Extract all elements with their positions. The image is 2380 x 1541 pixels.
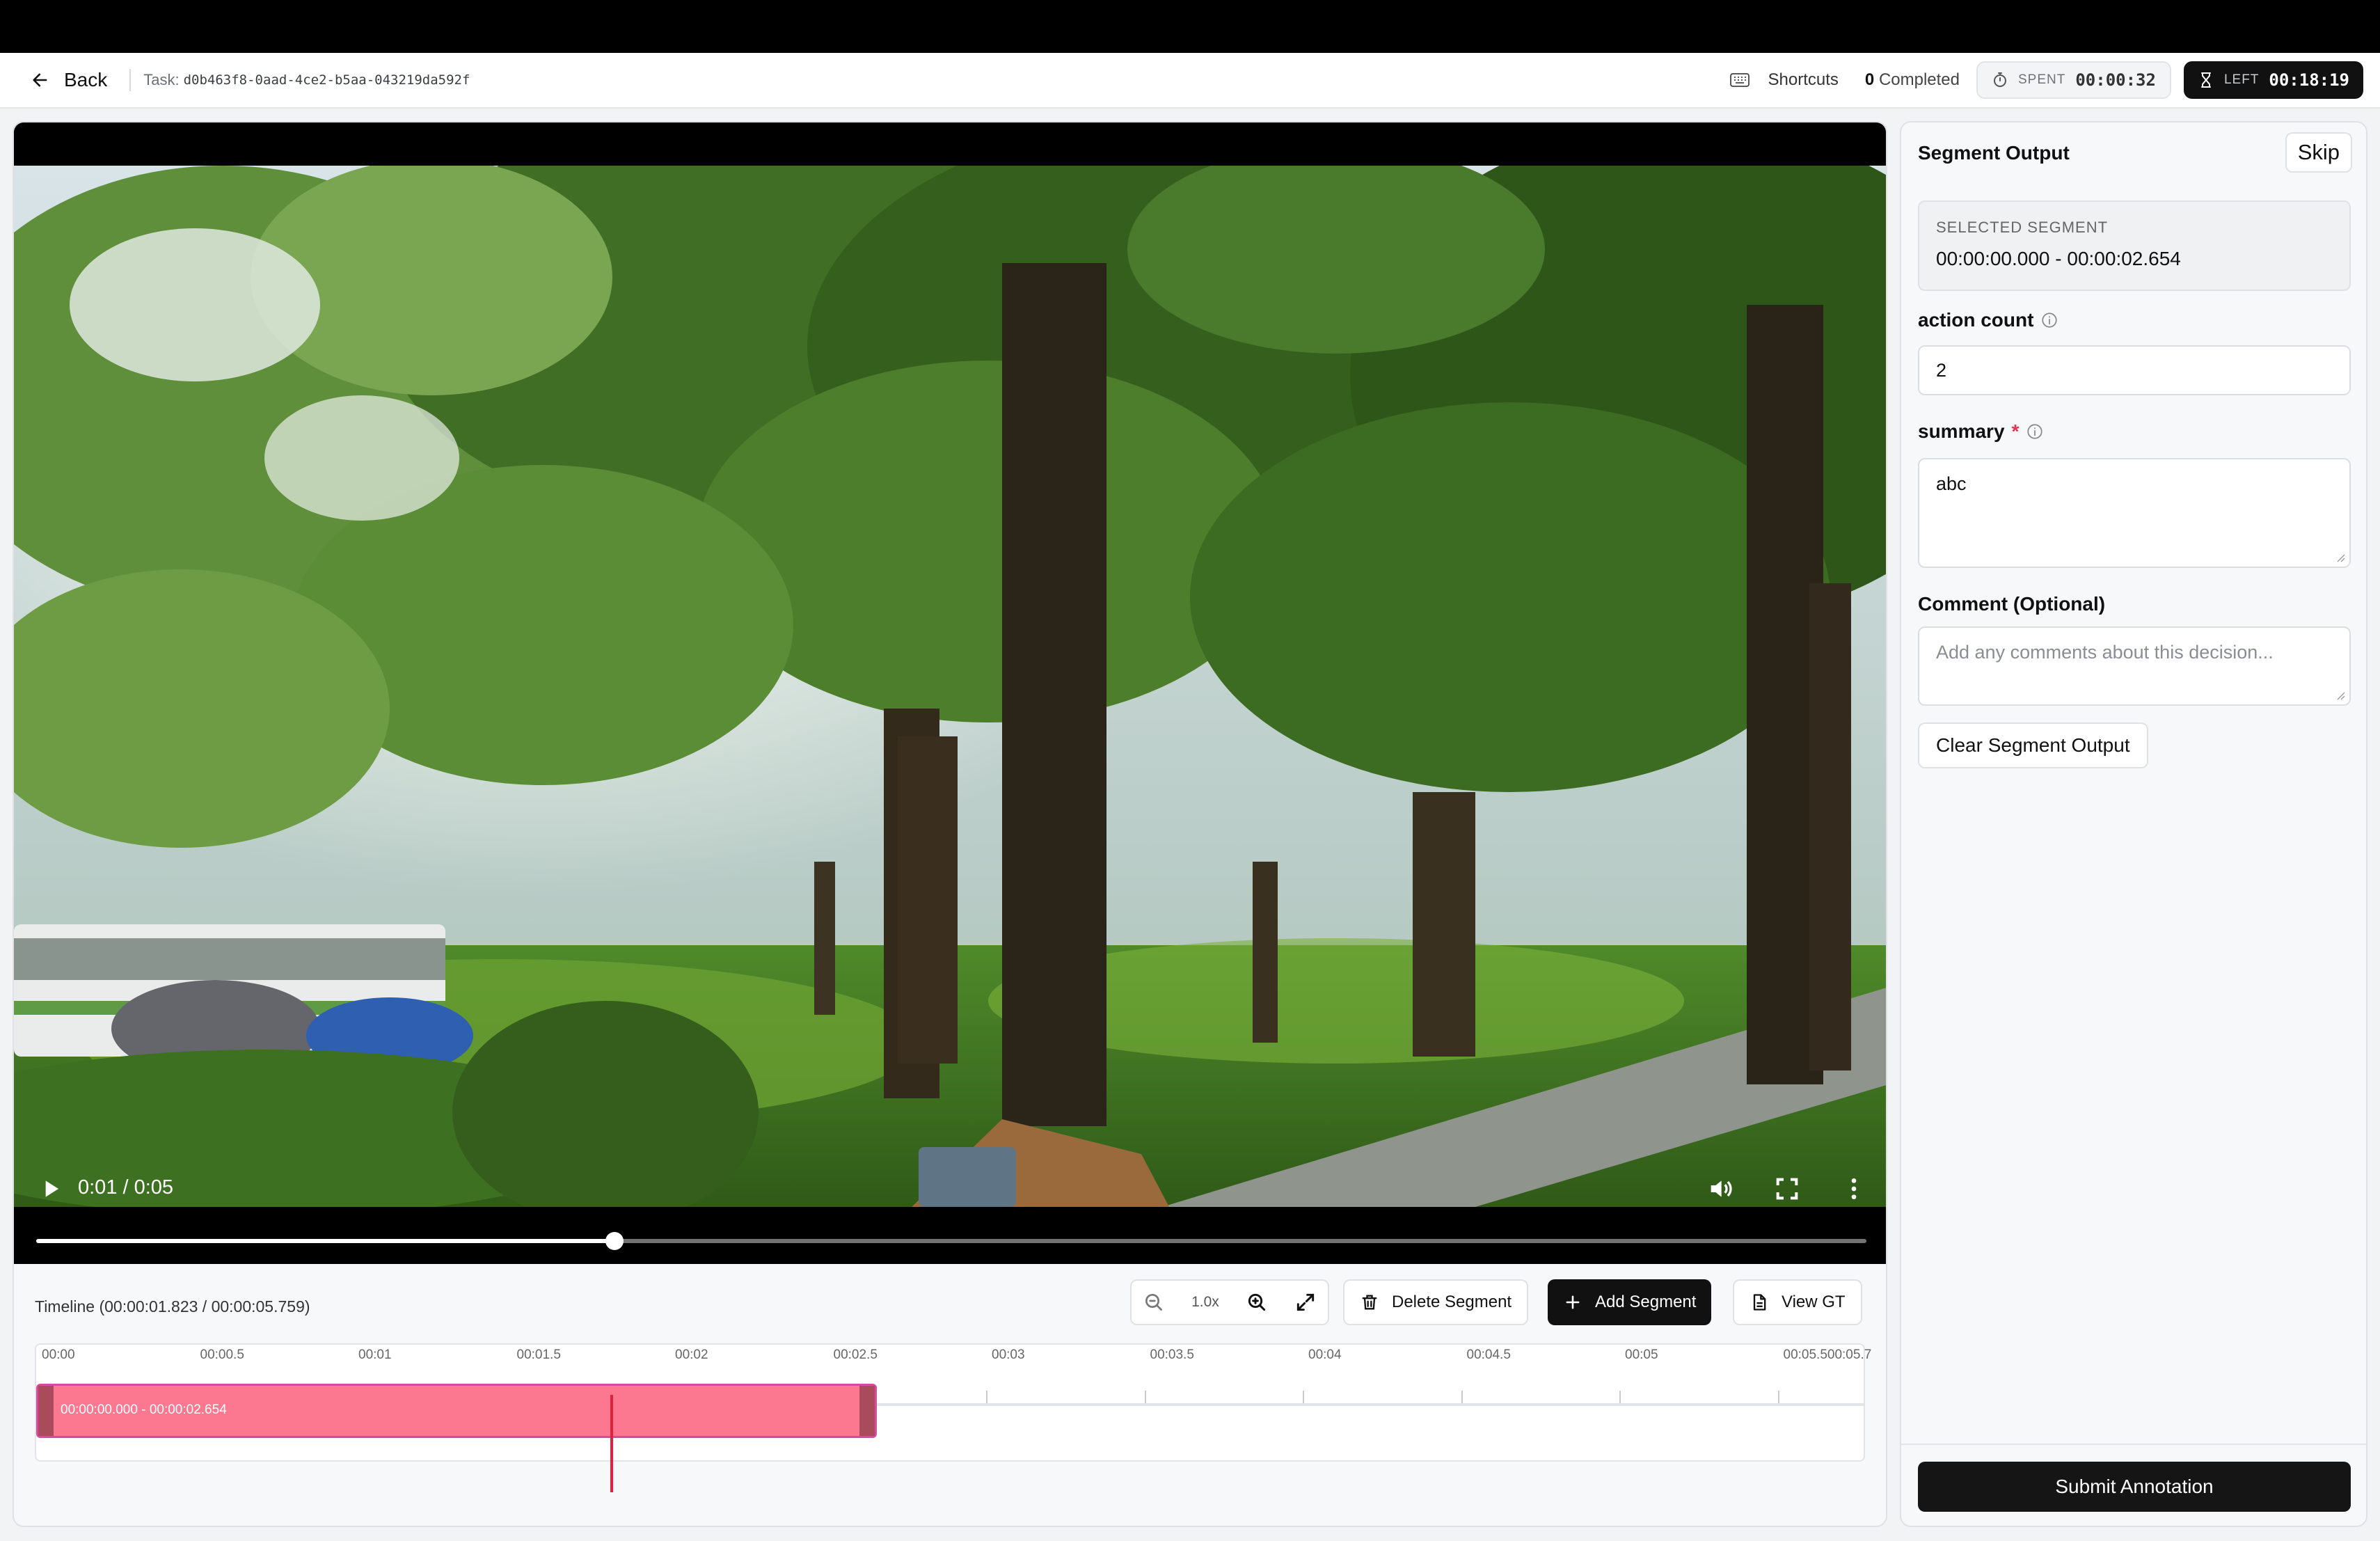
document-icon <box>1753 1294 1766 1311</box>
timeline-tick-label: 00:03 <box>992 1348 1025 1362</box>
left-value: 00:18:19 <box>2269 70 2349 90</box>
completed-count: 0 <box>1864 70 1875 89</box>
video-progress-knob[interactable] <box>605 1232 624 1250</box>
expand-icon[interactable] <box>1294 1291 1317 1313</box>
timeline-tick-line <box>1461 1391 1463 1403</box>
comment-placeholder: Add any comments about this decision... <box>1936 642 2274 663</box>
timeline-tick-label: 00:01 <box>358 1348 392 1362</box>
header-divider <box>129 69 132 91</box>
completed-label: Completed <box>1878 70 1960 89</box>
timeline-tick-label: 00:04.5 <box>1466 1348 1511 1362</box>
volume-icon[interactable] <box>1706 1175 1734 1203</box>
segment-block[interactable]: 00:00:00.000 - 00:00:02.654 <box>36 1384 877 1438</box>
task-id: d0b463f8-0aad-4ce2-b5aa-043219da592f <box>183 72 470 88</box>
zoom-level: 1.0x <box>1191 1294 1219 1310</box>
zoom-controls: 1.0x <box>1130 1279 1329 1325</box>
timeline-tick-label: 00:04 <box>1308 1348 1342 1362</box>
timeline-section: Timeline (00:00:01.823 / 00:00:05.759) 1… <box>14 1264 1886 1526</box>
comment-label: Comment (Optional) <box>1918 593 2105 615</box>
info-icon[interactable] <box>2026 422 2044 441</box>
timeline-tick-label: 00:00 <box>42 1348 75 1362</box>
spent-value: 00:00:32 <box>2075 70 2156 90</box>
video-player[interactable]: 0:01 / 0:05 <box>14 123 1886 1264</box>
timeline-tick-line <box>986 1391 987 1403</box>
submit-annotation-button[interactable]: Submit Annotation <box>1918 1462 2351 1512</box>
video-progress-fill <box>36 1239 615 1243</box>
info-icon[interactable] <box>2040 311 2058 329</box>
plus-icon <box>1566 1295 1580 1309</box>
left-label: LEFT <box>2223 72 2260 87</box>
zoom-out-icon[interactable] <box>1143 1291 1165 1313</box>
action-count-label-text: action count <box>1918 309 2034 331</box>
add-segment-button[interactable]: Add Segment <box>1548 1279 1712 1325</box>
view-gt-button[interactable]: View GT <box>1733 1279 1862 1325</box>
skip-button[interactable]: Skip <box>2285 132 2352 173</box>
timeline-tick-label: 00:02 <box>675 1348 708 1362</box>
delete-segment-label: Delete Segment <box>1392 1293 1512 1311</box>
action-count-input[interactable]: 2 <box>1918 345 2351 395</box>
clear-segment-output-button[interactable]: Clear Segment Output <box>1918 722 2148 768</box>
video-frame <box>14 166 1886 1207</box>
back-label: Back <box>64 69 108 90</box>
segment-track[interactable]: 00:00:00.000 - 00:00:02.654 <box>35 1384 1865 1462</box>
timeline-tick-label: 00:00.5 <box>200 1348 244 1362</box>
left-timer: LEFT 00:18:19 <box>2183 61 2363 99</box>
resize-grip-icon[interactable] <box>2334 689 2345 700</box>
spent-label: SPENT <box>2018 72 2066 87</box>
playhead[interactable] <box>610 1395 614 1492</box>
summary-textarea[interactable]: abc <box>1918 458 2351 568</box>
play-icon[interactable] <box>38 1175 65 1203</box>
view-gt-label: View GT <box>1782 1293 1846 1311</box>
summary-label: summary * <box>1918 420 2044 443</box>
timeline-tick-label: 00:03.5 <box>1150 1348 1194 1362</box>
fullscreen-icon[interactable] <box>1773 1175 1801 1203</box>
resize-grip-icon[interactable] <box>2334 551 2345 562</box>
completed-counter: 0 Completed <box>1865 70 1960 90</box>
timeline-tick-label: 00:05.500:05.7 <box>1783 1348 1872 1362</box>
video-controls: 0:01 / 0:05 <box>14 1160 1886 1264</box>
spent-timer: SPENT 00:00:32 <box>1976 61 2171 99</box>
comment-textarea[interactable]: Add any comments about this decision... <box>1918 626 2351 706</box>
segment-label: 00:00:00.000 - 00:00:02.654 <box>61 1402 227 1417</box>
keyboard-icon <box>1729 73 1750 87</box>
selected-segment-box: SELECTED SEGMENT 00:00:00.000 - 00:00:02… <box>1918 200 2351 291</box>
zoom-in-icon[interactable] <box>1246 1291 1268 1313</box>
main-card: 0:01 / 0:05 Timeline (00:00:01.823 / 00:… <box>13 121 1887 1527</box>
delete-segment-button[interactable]: Delete Segment <box>1343 1279 1529 1325</box>
segment-output-panel: Segment Output Skip SELECTED SEGMENT 00:… <box>1900 121 2367 1527</box>
trash-icon <box>1362 1295 1377 1310</box>
selected-segment-value: 00:00:00.000 - 00:00:02.654 <box>1936 248 2181 269</box>
segment-end-handle[interactable] <box>859 1386 875 1436</box>
video-time: 0:01 / 0:05 <box>78 1176 174 1199</box>
required-asterisk: * <box>2011 420 2020 442</box>
panel-title: Segment Output <box>1918 142 2070 164</box>
panel-footer-divider <box>1901 1444 2366 1445</box>
arrow-left-icon <box>33 73 47 87</box>
action-count-label: action count <box>1918 309 2058 331</box>
more-vertical-icon[interactable] <box>1840 1175 1868 1203</box>
timeline-tick-label: 00:05 <box>1625 1348 1658 1362</box>
shortcuts-button[interactable]: Shortcuts <box>1729 70 1839 90</box>
timeline-tick-line <box>1303 1391 1304 1403</box>
summary-label-text: summary <box>1918 420 2005 442</box>
timeline-tick-label: 00:02.5 <box>833 1348 878 1362</box>
add-segment-label: Add Segment <box>1595 1293 1697 1311</box>
comment-label-text: Comment (Optional) <box>1918 593 2106 615</box>
timeline-tick-line <box>1619 1391 1621 1403</box>
hourglass-icon <box>2200 72 2211 88</box>
shortcuts-label: Shortcuts <box>1768 70 1839 89</box>
timeline-tick-label: 00:01.5 <box>516 1348 561 1362</box>
timeline-tick-line <box>1777 1391 1779 1403</box>
segment-start-handle[interactable] <box>38 1386 54 1436</box>
timeline-tick-line <box>1144 1391 1146 1403</box>
top-black-bar <box>0 0 2380 53</box>
task-label: Task: <box>143 71 180 88</box>
summary-value: abc <box>1936 473 1967 494</box>
back-button[interactable]: Back <box>31 69 107 91</box>
video-progress-bar[interactable] <box>36 1232 1866 1250</box>
stopwatch-icon <box>1994 72 2006 87</box>
timeline-title: Timeline (00:00:01.823 / 00:00:05.759) <box>35 1297 310 1315</box>
selected-segment-label: SELECTED SEGMENT <box>1936 219 2109 236</box>
header-bar: Back Task: d0b463f8-0aad-4ce2-b5aa-04321… <box>0 53 2380 109</box>
